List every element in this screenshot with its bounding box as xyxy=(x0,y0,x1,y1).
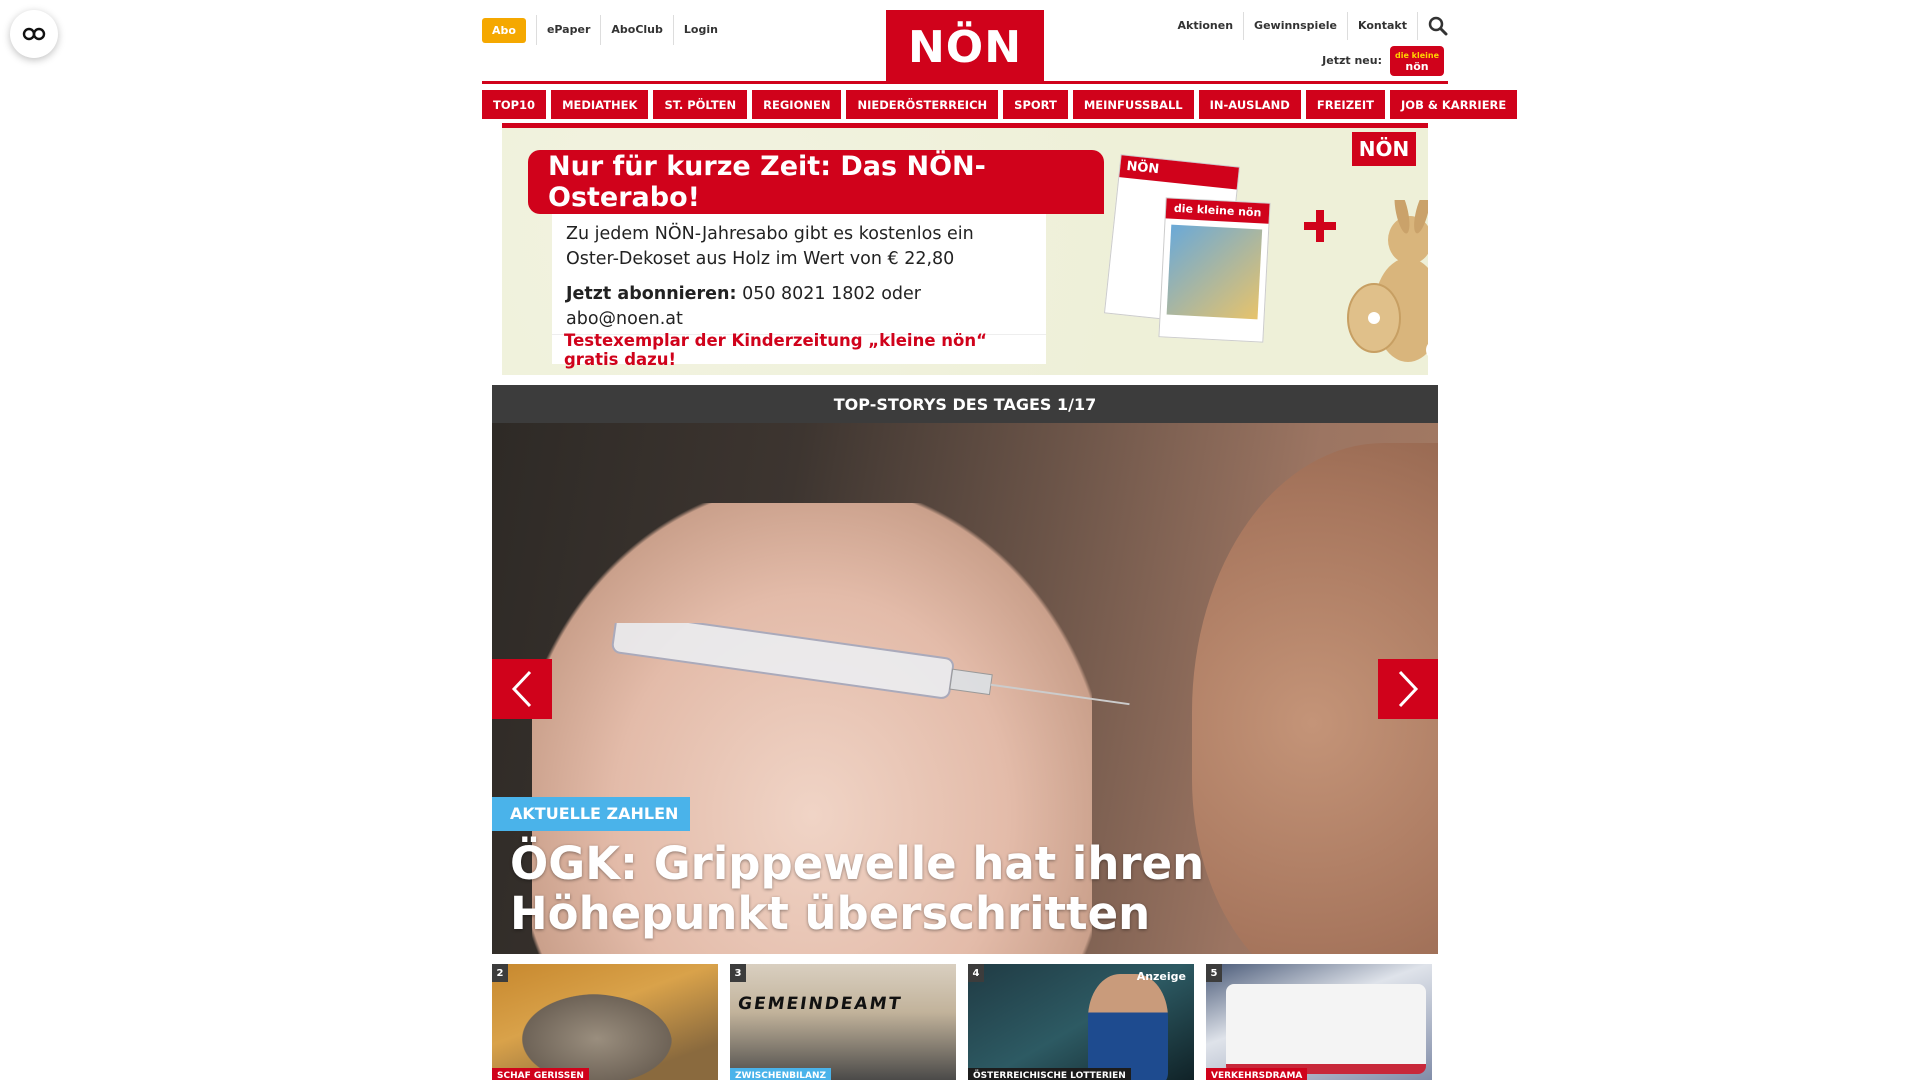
slider-next-button[interactable] xyxy=(1378,659,1438,719)
right-links: Aktionen Gewinnspiele Kontakt xyxy=(1168,12,1449,40)
slider-prev-button[interactable] xyxy=(492,659,552,719)
nav-item-freizeit[interactable]: FREIZEIT xyxy=(1305,90,1386,119)
epaper-link[interactable]: ePaper xyxy=(535,15,600,45)
nav-item-niederoesterreich[interactable]: NIEDERÖSTERREICH xyxy=(846,90,999,119)
nav-item-mediathek[interactable]: MEDIATHEK xyxy=(551,90,649,119)
newspaper-noen-masthead: NÖN xyxy=(1119,155,1239,190)
thumbnail-number: 4 xyxy=(968,964,984,982)
anzeige-label: Anzeige xyxy=(1136,970,1186,983)
thumbnail-number: 3 xyxy=(730,964,746,982)
plus-icon xyxy=(1304,210,1336,242)
main-navigation: TOP10 MEDIATHEK ST. PÖLTEN REGIONEN NIED… xyxy=(482,90,1518,119)
chevron-left-icon xyxy=(511,670,532,708)
jetzt-neu-label: Jetzt neu: xyxy=(1322,54,1382,67)
slider-main-image[interactable]: AKTUELLE ZAHLEN ÖGK: Grippewelle hat ihr… xyxy=(492,423,1438,954)
story-headline[interactable]: ÖGK: Grippewelle hat ihren Höhepunkt übe… xyxy=(510,839,1410,939)
story-category-tag[interactable]: AKTUELLE ZAHLEN xyxy=(492,797,691,831)
kontakt-link[interactable]: Kontakt xyxy=(1348,12,1418,40)
thumbnail-tag: ÖSTERREICHISCHE LOTTERIEN xyxy=(968,1068,1131,1080)
login-link[interactable]: Login xyxy=(672,15,728,45)
nav-item-job-karriere[interactable]: JOB & KARRIERE xyxy=(1390,90,1518,119)
nav-item-sport[interactable]: SPORT xyxy=(1003,90,1068,119)
page-wrapper: Abo ePaper AboClub Login NÖN Aktionen Ge… xyxy=(482,0,1518,1080)
syringe-image xyxy=(611,623,1130,706)
newspaper-kleine-noen: die kleine nön xyxy=(1158,197,1271,343)
aktionen-link[interactable]: Aktionen xyxy=(1168,12,1245,40)
ad-body: Zu jedem NÖN-Jahresabo gibt es kostenlos… xyxy=(552,214,1046,338)
site-header: Abo ePaper AboClub Login NÖN Aktionen Ge… xyxy=(482,0,1448,84)
thumbnail-story-4[interactable]: 4 Anzeige ÖSTERREICHISCHE LOTTERIEN xyxy=(968,964,1194,1080)
site-logo[interactable]: NÖN xyxy=(886,10,1044,84)
thumbnail-tag: ZWISCHENBILANZ xyxy=(730,1068,832,1080)
accessibility-toggle-icon xyxy=(22,27,46,41)
story-thumbnails: 2 SCHAF GERISSEN GEMEINDEAMT 3 ZWISCHENB… xyxy=(492,964,1438,1080)
ambulance-image xyxy=(1226,984,1426,1074)
chevron-right-icon xyxy=(1398,670,1419,708)
gemeindeamt-sign: GEMEINDEAMT xyxy=(736,994,904,1014)
nav-item-in-ausland[interactable]: IN-AUSLAND xyxy=(1198,90,1301,119)
nav-item-top10[interactable]: TOP10 xyxy=(482,90,547,119)
kleine-noen-badge-big: nön xyxy=(1405,60,1429,73)
ad-line-1: Zu jedem NÖN-Jahresabo gibt es kostenlos… xyxy=(566,224,974,244)
thumbnail-story-5[interactable]: 5 VERKEHRSDRAMA xyxy=(1206,964,1432,1080)
presenter-image xyxy=(1088,974,1168,1080)
abo-button[interactable]: Abo xyxy=(482,17,526,43)
kleine-noen-badge[interactable]: die kleine nön xyxy=(1390,46,1444,76)
newspaper-images: NÖN die kleine nön xyxy=(1103,154,1282,360)
ad-logo: NÖN xyxy=(1352,132,1416,166)
ad-cta: Jetzt abonnieren: 050 8021 1802 oder abo… xyxy=(566,282,1032,332)
search-icon[interactable] xyxy=(1428,16,1448,36)
slider-header: TOP-STORYS DES TAGES 1/17 xyxy=(492,385,1438,423)
thumbnail-tag: SCHAF GERISSEN xyxy=(492,1068,589,1080)
thumbnail-tag: VERKEHRSDRAMA xyxy=(1206,1068,1308,1080)
ad-cta-bold: Jetzt abonnieren: xyxy=(566,284,737,304)
thumbnail-number: 2 xyxy=(492,964,508,982)
aboclub-link[interactable]: AboClub xyxy=(600,15,673,45)
top-links: Abo ePaper AboClub Login xyxy=(482,15,728,45)
nav-item-meinfussball[interactable]: MEINFUSSBALL xyxy=(1072,90,1194,119)
nav-item-regionen[interactable]: REGIONEN xyxy=(752,90,842,119)
wooden-bunny-image xyxy=(1347,200,1428,362)
gewinnspiele-link[interactable]: Gewinnspiele xyxy=(1244,12,1349,40)
thumbnail-number: 5 xyxy=(1206,964,1222,982)
newspaper-kleine-noen-masthead: die kleine nön xyxy=(1165,198,1270,224)
newspaper-cover-image xyxy=(1166,224,1263,320)
nav-item-st-poelten[interactable]: ST. PÖLTEN xyxy=(653,90,748,119)
ad-footer: Testexemplar der Kinderzeitung „kleine n… xyxy=(552,331,1046,369)
ad-headline: Nur für kurze Zeit: Das NÖN-Osterabo! xyxy=(528,150,1104,214)
ad-line-2: Oster-Dekoset aus Holz im Wert von € 22,… xyxy=(566,249,955,269)
accessibility-toggle-button[interactable] xyxy=(10,10,58,58)
top-stories-slider: TOP-STORYS DES TAGES 1/17 AKTUELLE ZAHLE… xyxy=(492,385,1438,954)
thumbnail-story-3[interactable]: GEMEINDEAMT 3 ZWISCHENBILANZ xyxy=(730,964,956,1080)
osterabo-ad-banner[interactable]: Nur für kurze Zeit: Das NÖN-Osterabo! Zu… xyxy=(502,128,1428,375)
thumbnail-story-2[interactable]: 2 SCHAF GERISSEN xyxy=(492,964,718,1080)
